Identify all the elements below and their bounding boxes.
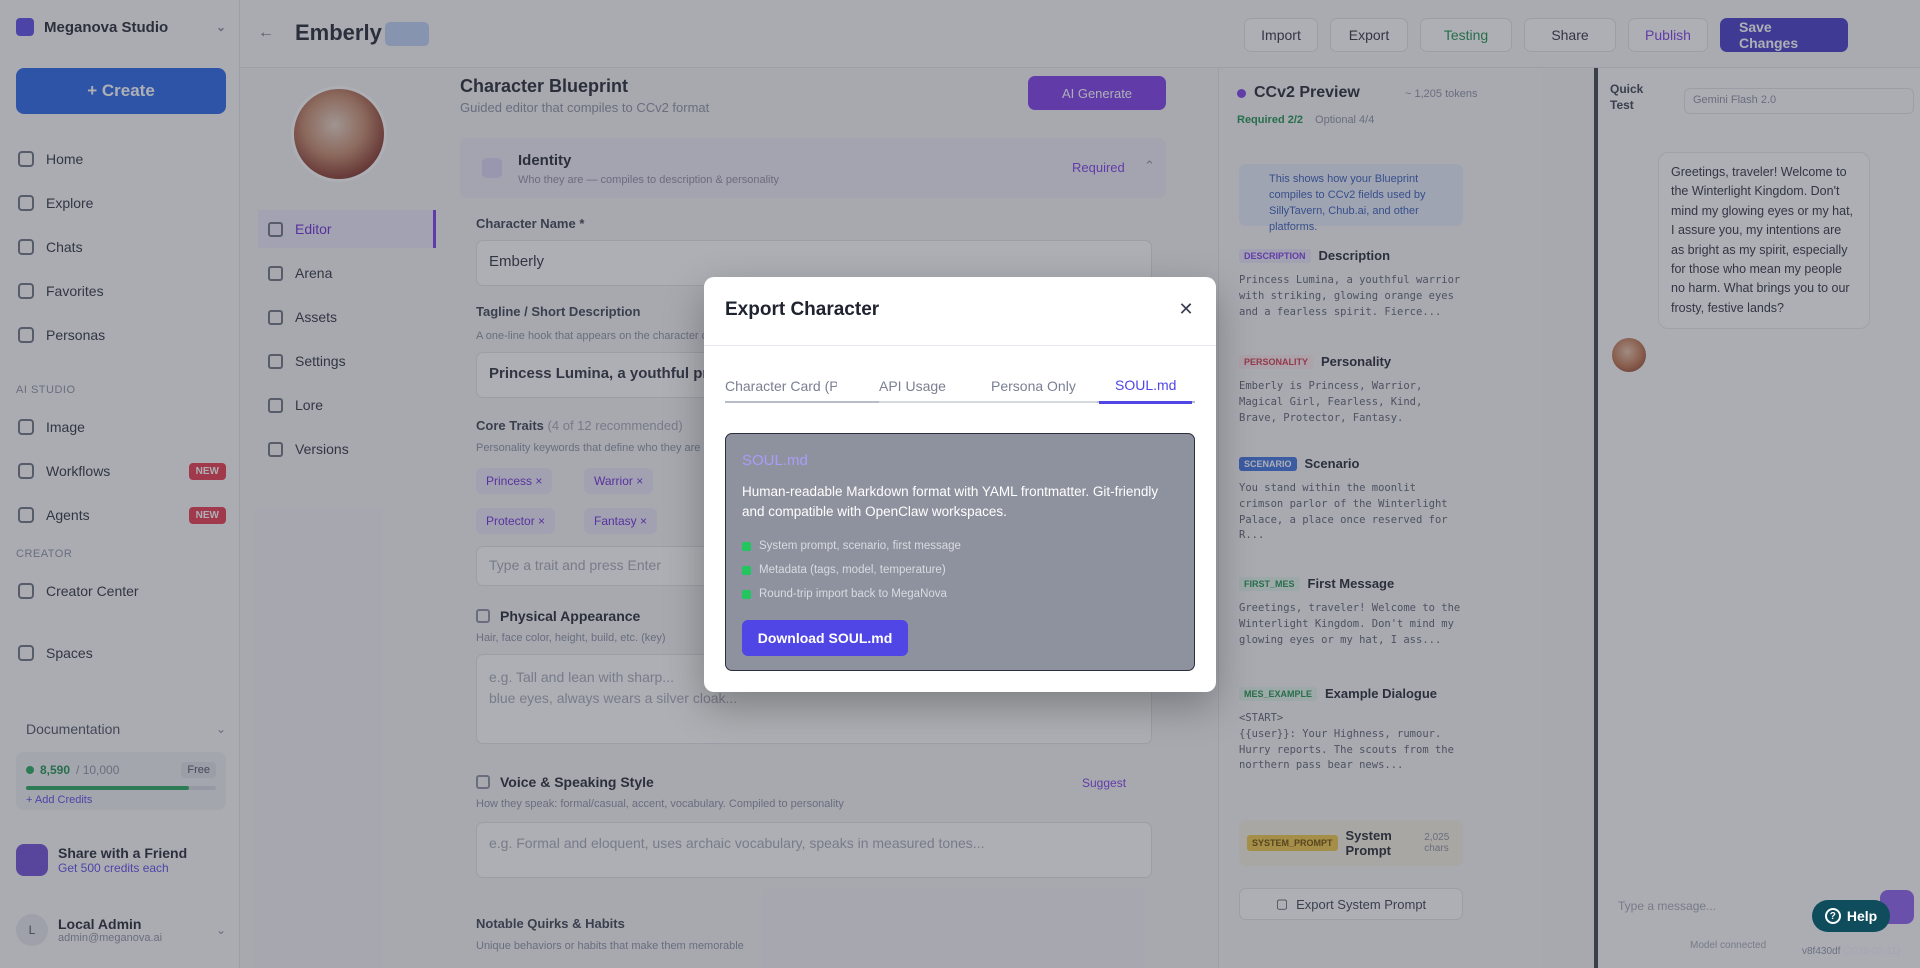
help-icon: ?: [1824, 908, 1841, 924]
tab-persona-only[interactable]: Persona Only: [991, 369, 1076, 403]
version-id: v8f430df: [1802, 946, 1841, 957]
format-description: Human-readable Markdown format with YAML…: [742, 484, 1159, 520]
export-character-modal: Export Character ✕ Character Card (PNG) …: [704, 277, 1216, 692]
export-tabs: Character Card (PNG) API Usage Persona O…: [725, 369, 1195, 404]
feature-label: System prompt, scenario, first message: [759, 540, 961, 552]
soul-md-panel: SOUL.md Human-readable Markdown format w…: [725, 433, 1195, 671]
download-soul-md-button[interactable]: Download SOUL.md: [742, 620, 908, 656]
feature-label: Round-trip import back to MegaNova: [759, 588, 947, 600]
check-icon: [742, 541, 751, 551]
modal-title: Export Character: [725, 299, 880, 320]
help-button[interactable]: ? Help: [1812, 900, 1890, 932]
tab-api-usage[interactable]: API Usage: [879, 369, 946, 403]
format-title: SOUL.md: [742, 452, 808, 469]
feature-item: Round-trip import back to MegaNova: [742, 588, 947, 600]
check-icon: [742, 589, 751, 599]
modal-header: Export Character ✕: [704, 277, 1216, 346]
tab-character-card-png[interactable]: Character Card (PNG): [725, 369, 837, 403]
help-label: Help: [1846, 908, 1878, 924]
feature-item: Metadata (tags, model, temperature): [742, 564, 946, 576]
feature-item: System prompt, scenario, first message: [742, 540, 961, 552]
version-label: v8f430df (2026-02-11): [1802, 946, 1900, 957]
tab-soul-md[interactable]: SOUL.md: [1099, 369, 1193, 404]
feature-label: Metadata (tags, model, temperature): [759, 564, 946, 576]
tab-label: Character Card (PNG): [725, 378, 837, 394]
check-icon: [742, 565, 751, 575]
close-icon[interactable]: ✕: [1172, 295, 1200, 323]
version-date: (2026-02-11): [1843, 946, 1901, 957]
